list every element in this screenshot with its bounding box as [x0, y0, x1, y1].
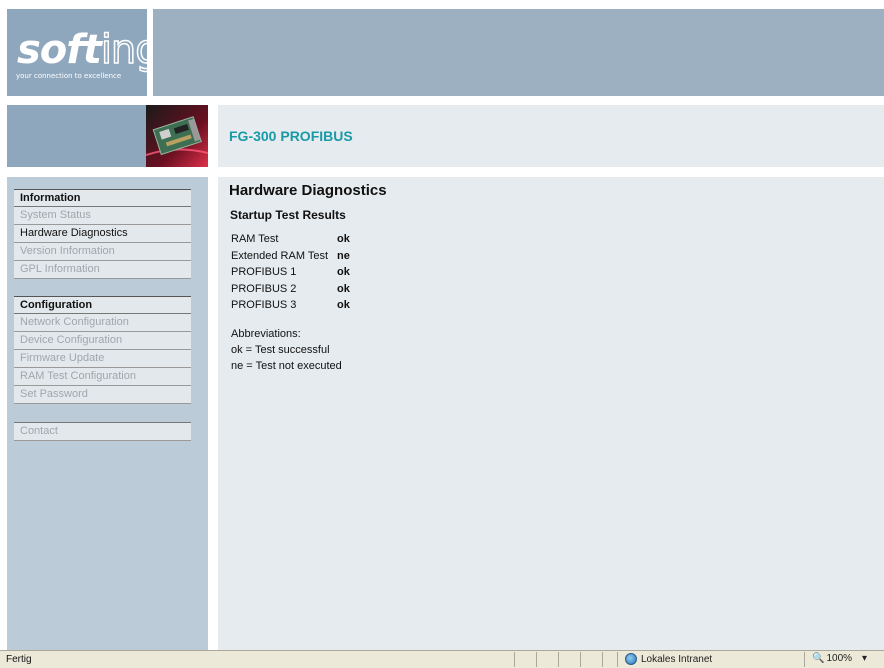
menu-item-gpl-information[interactable]: GPL Information	[14, 261, 191, 279]
main-content: FG-300 PROFIBUS Hardware Diagnostics Sta…	[218, 105, 884, 650]
status-bar: Fertig Lokales Intranet 🔍 100% ▾	[0, 650, 884, 668]
menu-item-firmware-update[interactable]: Firmware Update	[14, 350, 191, 368]
result-name: Extended RAM Test	[231, 249, 329, 262]
result-row: Extended RAM Test ne	[231, 250, 350, 267]
abbreviations-heading: Abbreviations:	[231, 328, 301, 340]
section-subtitle: Startup Test Results	[230, 208, 346, 222]
result-value: ok	[337, 266, 350, 279]
menu-item-hardware-diagnostics[interactable]: Hardware Diagnostics	[14, 225, 191, 243]
content-divider	[218, 167, 884, 177]
result-row: PROFIBUS 1 ok	[231, 266, 350, 283]
zoom-icon: 🔍	[812, 653, 825, 664]
menu-item-device-configuration[interactable]: Device Configuration	[14, 332, 191, 350]
result-value: ok	[337, 282, 350, 295]
header-banner	[147, 9, 884, 96]
status-text: Fertig	[6, 654, 32, 665]
result-name: RAM Test	[231, 233, 279, 245]
result-value: ok	[337, 233, 350, 245]
intranet-icon	[625, 653, 637, 665]
menu-contact: Contact	[14, 422, 191, 441]
result-row: RAM Test ok	[231, 233, 350, 250]
logo[interactable]: softing your connection to excellence	[7, 9, 161, 96]
menu-item-ram-test-configuration[interactable]: RAM Test Configuration	[14, 368, 191, 386]
result-row: PROFIBUS 3 ok	[231, 299, 350, 316]
abbreviation-ne: ne = Test not executed	[231, 360, 342, 372]
sidebar-separator	[7, 167, 208, 177]
menu-heading-information: Information	[14, 189, 191, 207]
status-divider	[558, 652, 559, 667]
result-name: PROFIBUS 3	[231, 299, 297, 312]
result-name: PROFIBUS 2	[231, 282, 297, 295]
status-divider	[580, 652, 581, 667]
status-divider	[804, 652, 805, 667]
result-value: ne	[337, 249, 350, 262]
status-divider	[617, 652, 618, 667]
zoom-control[interactable]: 🔍 100% ▾	[812, 653, 867, 664]
product-title: FG-300 PROFIBUS	[229, 128, 353, 144]
menu-heading-configuration: Configuration	[14, 296, 191, 314]
menu-item-version-information[interactable]: Version Information	[14, 243, 191, 261]
logo-tagline: your connection to excellence	[16, 72, 122, 80]
security-zone[interactable]: Lokales Intranet	[625, 653, 712, 665]
chevron-down-icon: ▾	[862, 653, 868, 664]
menu-item-contact[interactable]: Contact	[14, 422, 191, 441]
results-table: RAM Test ok Extended RAM Test ne PROFIBU…	[231, 233, 350, 316]
window-top-border	[0, 0, 884, 9]
status-divider	[536, 652, 537, 667]
result-row: PROFIBUS 2 ok	[231, 283, 350, 300]
status-divider	[514, 652, 515, 667]
menu-item-system-status[interactable]: System Status	[14, 207, 191, 225]
zone-label: Lokales Intranet	[641, 653, 713, 665]
page-title: Hardware Diagnostics	[229, 182, 387, 199]
status-divider	[602, 652, 603, 667]
product-image	[146, 105, 208, 167]
zoom-level: 100%	[826, 653, 853, 664]
menu-item-set-password[interactable]: Set Password	[14, 386, 191, 404]
abbreviation-ok: ok = Test successful	[231, 344, 330, 356]
result-value: ok	[337, 299, 350, 312]
logo-wordmark: softing	[17, 26, 161, 74]
column-spacer	[208, 105, 218, 650]
sidebar-top	[7, 105, 208, 167]
abbreviations: Abbreviations: ok = Test successful ne =…	[231, 326, 342, 374]
menu-configuration: Configuration Network Configuration Devi…	[14, 296, 191, 404]
header-gap	[7, 96, 884, 105]
result-name: PROFIBUS 1	[231, 266, 297, 279]
menu-information: Information System Status Hardware Diagn…	[14, 189, 191, 279]
window-left-border	[0, 9, 7, 650]
menu-item-network-configuration[interactable]: Network Configuration	[14, 314, 191, 332]
